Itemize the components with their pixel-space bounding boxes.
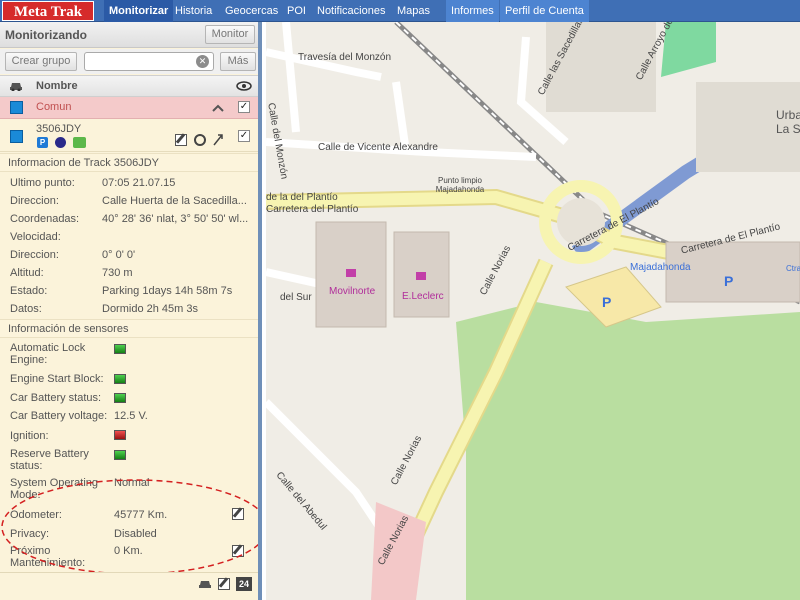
sensor-battery-voltage-value: 12.5 V. — [114, 410, 148, 422]
sensor-reserve-battery-label: Reserve Battery status: — [10, 448, 89, 472]
address-label: Direccion: — [10, 195, 59, 207]
create-group-button[interactable]: Crear grupo — [5, 52, 77, 71]
last-point-value: 07:05 21.07.15 — [102, 177, 176, 189]
map-label-travesia: Travesía del Monzón — [298, 52, 392, 63]
group-name: Comun — [36, 101, 72, 113]
state-value: Parking 1days 14h 58m 7s — [102, 285, 233, 297]
vehicle-color-square — [10, 130, 23, 143]
direction-label: Direccion: — [10, 249, 59, 261]
nav-mapas[interactable]: Mapas — [392, 0, 435, 22]
sensor-battery-status-label: Car Battery status: — [10, 392, 102, 404]
nav-perfil-de-cuenta[interactable]: Perfil de Cuenta — [500, 0, 589, 22]
column-header: Nombre — [0, 75, 258, 97]
chevron-up-icon[interactable] — [212, 104, 224, 112]
address-value: Calle Huerta de la Sacedilla... — [102, 195, 247, 207]
nav-poi[interactable]: POI — [282, 0, 311, 22]
nav-geocercas[interactable]: Geocercas — [220, 0, 283, 22]
track-info-title: Informacion de Track 3506JDY — [0, 153, 258, 172]
clear-search-icon[interactable]: ✕ — [196, 55, 209, 68]
panel-bottom-bar: 24 — [0, 572, 258, 600]
share-icon[interactable] — [212, 133, 224, 147]
vehicle-row-3506jdy[interactable]: 3506JDY P ✓ — [0, 120, 258, 152]
map-label-eleclerc: E.Leclerc — [402, 291, 444, 302]
group-color-square — [10, 101, 23, 114]
map-label-movilnorte: Movilnorte — [329, 286, 376, 297]
battery-icon — [73, 137, 86, 148]
altitude-value: 730 m — [102, 267, 133, 279]
top-nav-bar: Meta Trak Monitorizar Historia Geocercas… — [0, 0, 800, 22]
vehicle-name: 3506JDY — [36, 123, 82, 135]
nav-monitorizar[interactable]: Monitorizar — [104, 0, 174, 22]
map-label-majadahonda: Majadahonda — [630, 262, 691, 273]
more-button[interactable]: Más — [220, 52, 256, 71]
panel-title: Monitorizando — [5, 28, 87, 42]
vehicle-visibility-checkbox[interactable]: ✓ — [238, 130, 250, 142]
24h-icon[interactable]: 24 — [236, 577, 252, 591]
coordinates-value: 40° 28' 36' nlat, 3° 50' 50' wl... — [102, 213, 249, 225]
sensor-engine-block-label: Engine Start Block: — [10, 373, 104, 385]
map-label-ctra: Ctra — [786, 264, 800, 273]
svg-text:P: P — [602, 294, 611, 310]
coordinates-label: Coordenadas: — [10, 213, 80, 225]
nav-informes[interactable]: Informes — [446, 0, 499, 22]
car-icon — [10, 83, 22, 91]
map-label-urba: Urba — [776, 108, 800, 122]
edit-vehicle-icon[interactable] — [175, 134, 187, 146]
panel-header: Monitorizando Monitor — [0, 22, 258, 48]
svg-text:P: P — [724, 273, 733, 289]
group-visibility-checkbox[interactable]: ✓ — [238, 101, 250, 113]
sensor-ignition-led — [114, 430, 126, 440]
car-history-icon[interactable] — [198, 579, 212, 589]
map-label-sur: del Sur — [280, 292, 312, 303]
sensor-reserve-battery-led — [114, 450, 126, 460]
map-label-plantio-1: de la del Plantío — [266, 192, 338, 203]
edit-bottom-icon[interactable] — [218, 578, 230, 590]
monitoring-panel: Monitorizando Monitor Crear grupo ✕ Más … — [0, 22, 262, 600]
visibility-eye-icon[interactable] — [236, 81, 252, 91]
map-label-plantio-2: Carretera del Plantío — [266, 204, 359, 215]
highlight-ellipse — [1, 479, 258, 575]
sensor-battery-voltage-label: Car Battery voltage: — [10, 410, 108, 422]
nav-historia[interactable]: Historia — [170, 0, 217, 22]
map-canvas[interactable]: P P — [266, 22, 800, 600]
direction-value: 0° 0' 0' — [102, 249, 136, 261]
speed-label: Velocidad: — [10, 231, 61, 243]
data-value: Dormido 2h 45m 3s — [102, 303, 198, 315]
map-label-las: La S — [776, 122, 800, 136]
state-label: Estado: — [10, 285, 48, 297]
map-label-punto-limpio: Punto limpio Majadahonda — [435, 176, 485, 194]
altitude-label: Altitud: — [10, 267, 44, 279]
column-name-header[interactable]: Nombre — [36, 80, 78, 92]
engine-status-icon — [55, 137, 66, 148]
sensor-battery-status-led — [114, 393, 126, 403]
last-point-label: Ultimo punto: — [10, 177, 75, 189]
map-view[interactable]: P P Travesía del Monzón Calle del Monzón… — [266, 22, 800, 600]
sensor-engine-block-led — [114, 374, 126, 384]
monitor-button[interactable]: Monitor — [205, 25, 255, 44]
map-label-vicente: Calle de Vicente Alexandre — [318, 142, 438, 153]
sensor-lock-status-led — [114, 344, 126, 354]
group-toolbar: Crear grupo ✕ Más — [0, 49, 258, 74]
meta-trak-logo[interactable]: Meta Trak — [2, 1, 94, 21]
group-row-comun[interactable]: Comun ✓ — [0, 97, 258, 119]
search-input[interactable] — [84, 52, 214, 71]
nav-notificaciones[interactable]: Notificaciones — [312, 0, 390, 22]
sensor-lock-label: Automatic Lock Engine: — [10, 342, 86, 366]
sensors-title: Información de sensores — [0, 319, 258, 338]
info-icon[interactable] — [194, 134, 206, 146]
data-label: Datos: — [10, 303, 42, 315]
sensor-ignition-label: Ignition: — [10, 430, 49, 442]
parking-icon: P — [37, 137, 48, 148]
